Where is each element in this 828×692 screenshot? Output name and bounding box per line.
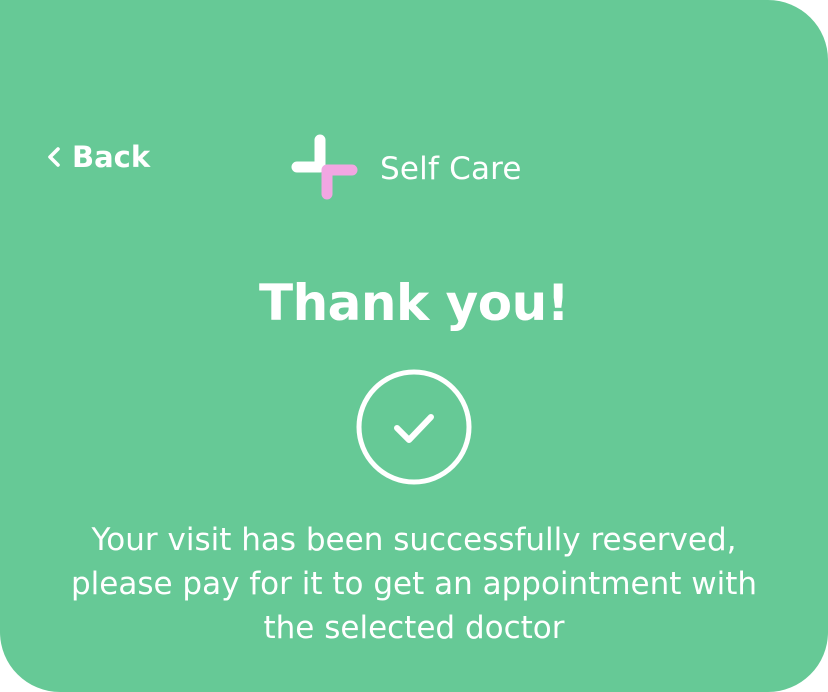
confirmation-screen: Back Self Care Thank you! Your visit has… <box>0 0 828 692</box>
back-button[interactable]: Back <box>46 139 150 175</box>
back-label: Back <box>72 140 151 174</box>
page-title: Thank you! <box>258 274 570 332</box>
self-care-logo-icon <box>291 134 358 200</box>
confirmation-message: Your visit has been successfully reserve… <box>70 522 758 646</box>
brand: Self Care <box>290 134 522 204</box>
chevron-left-icon <box>48 147 60 167</box>
brand-name: Self Care <box>380 151 522 187</box>
check-circle-icon <box>356 369 472 485</box>
